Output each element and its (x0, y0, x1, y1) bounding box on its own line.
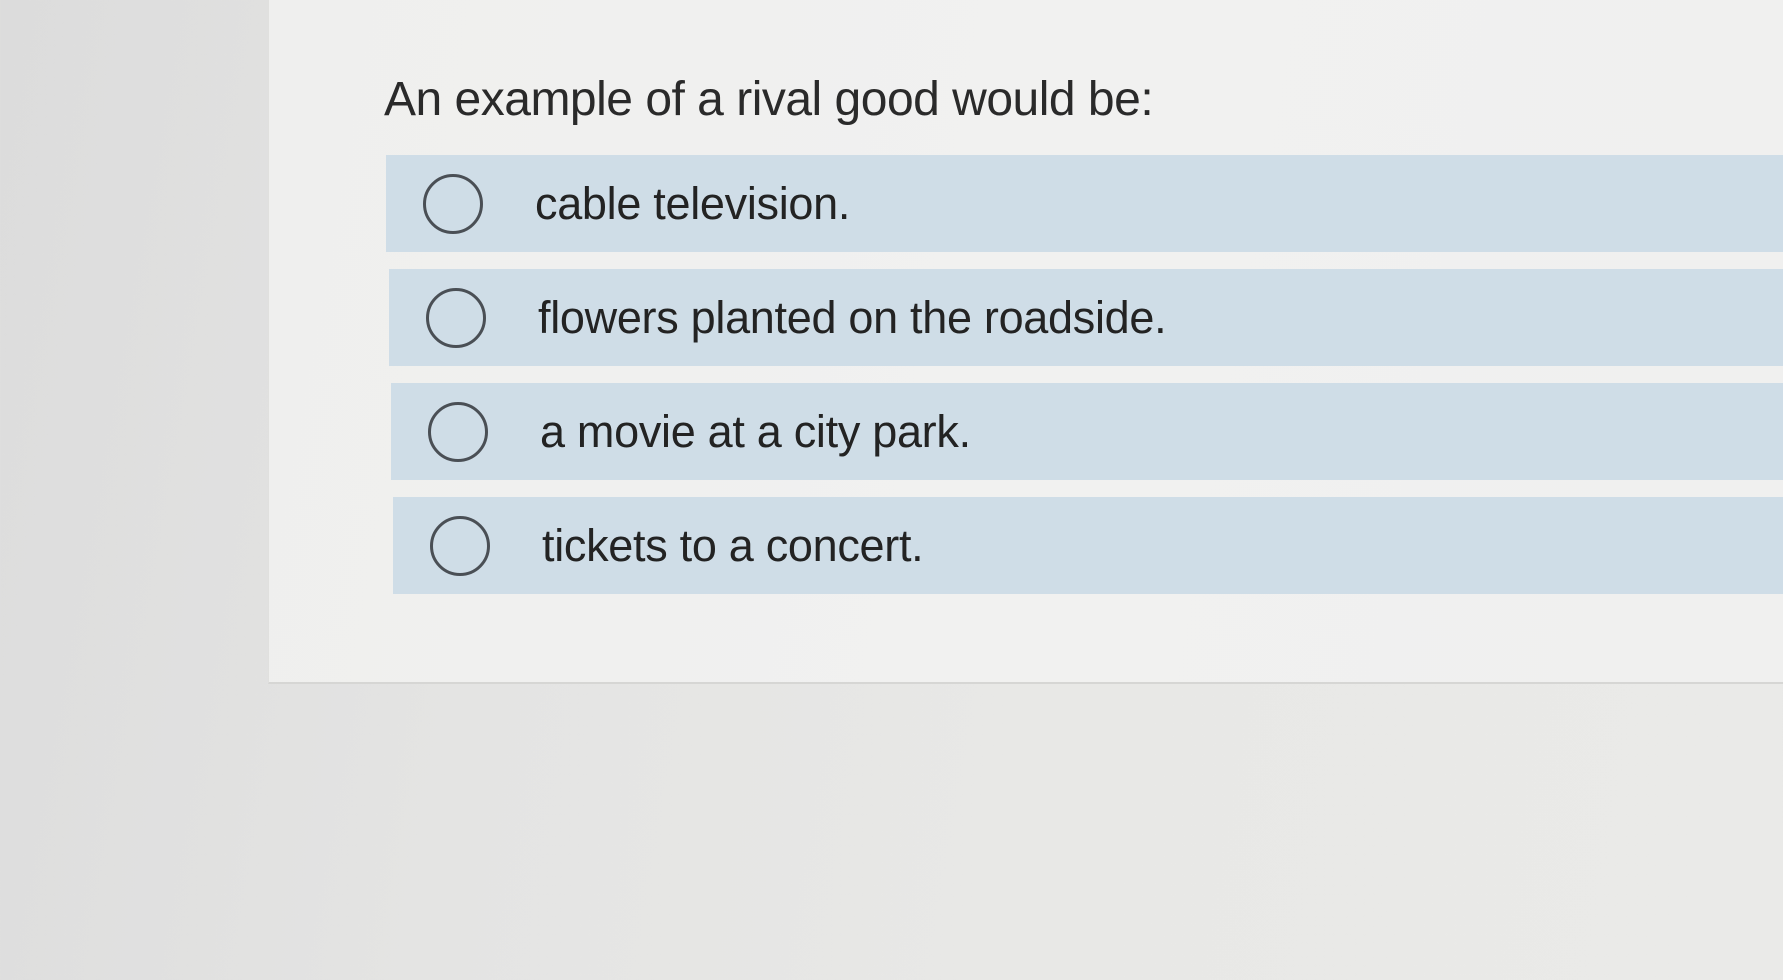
option-cable-television[interactable]: cable television. (386, 155, 1783, 252)
radio-button-icon[interactable] (428, 401, 488, 462)
option-movie-city-park[interactable]: a movie at a city park. (391, 383, 1783, 480)
option-flowers-roadside[interactable]: flowers planted on the roadside. (389, 269, 1783, 366)
option-concert-tickets[interactable]: tickets to a concert. (393, 497, 1783, 594)
option-label: flowers planted on the roadside. (538, 291, 1167, 343)
answer-options: cable television. flowers planted on the… (386, 155, 1783, 611)
option-label: cable television. (535, 177, 851, 229)
radio-button-icon[interactable] (423, 173, 483, 234)
question-text: An example of a rival good would be: (384, 73, 1154, 126)
option-label: tickets to a concert. (542, 519, 924, 571)
radio-button-icon[interactable] (430, 515, 490, 576)
radio-button-icon[interactable] (426, 287, 486, 348)
option-label: a movie at a city park. (540, 405, 971, 457)
